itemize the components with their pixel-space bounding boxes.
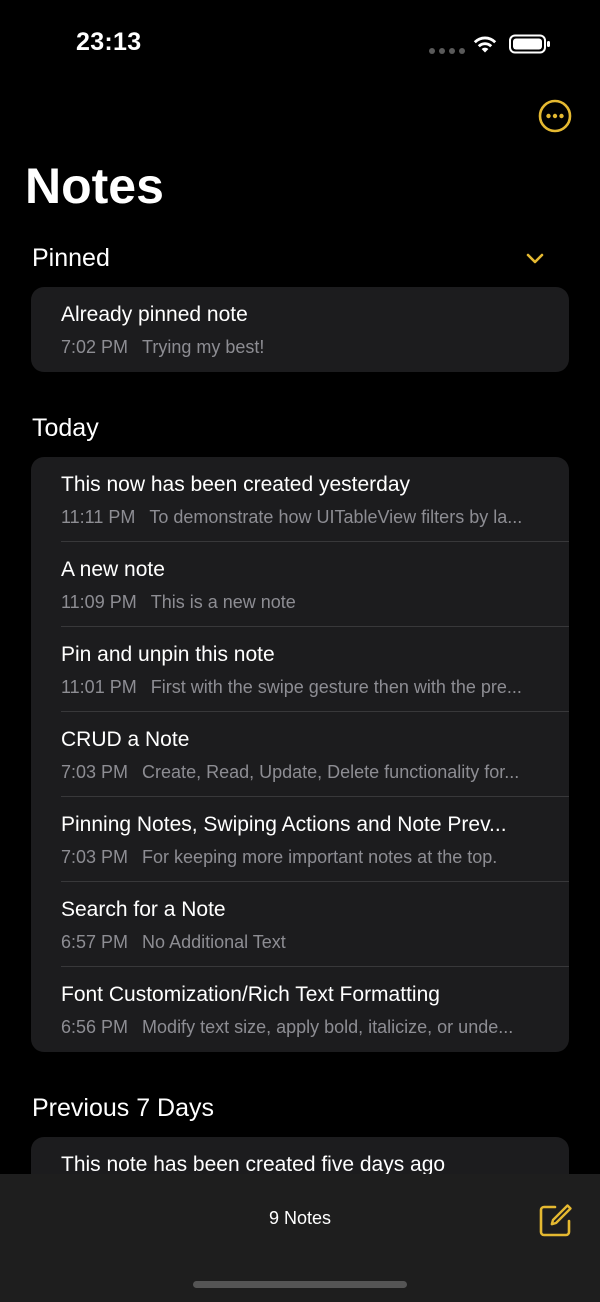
note-preview: First with the swipe gesture then with t… — [150, 677, 522, 697]
note-title: This now has been created yesterday — [61, 473, 411, 496]
section-header-previous-7-days: Previous 7 Days — [32, 1094, 215, 1122]
note-row[interactable]: Font Customization/Rich Text Formatting … — [31, 967, 569, 1052]
note-time: 6:57 PM — [61, 932, 129, 952]
note-row[interactable]: A new note 11:09 PM This is a new note — [31, 542, 569, 627]
note-time: 6:56 PM — [61, 1017, 129, 1037]
note-time: 11:01 PM — [61, 677, 137, 697]
note-time: 7:02 PM — [61, 337, 129, 357]
note-preview: Create, Read, Update, Delete functionali… — [142, 762, 520, 782]
note-title: Pin and unpin this note — [61, 643, 275, 666]
note-title: A new note — [61, 558, 165, 581]
note-title: Search for a Note — [61, 898, 226, 921]
note-row[interactable]: This now has been created yesterday 11:1… — [31, 457, 569, 542]
note-title: Already pinned note — [61, 303, 248, 326]
note-row[interactable]: Pinning Notes, Swiping Actions and Note … — [31, 797, 569, 882]
note-time: 11:09 PM — [61, 592, 137, 612]
cellular-signal-icon — [429, 48, 465, 54]
notes-count: 9 Notes — [268, 1208, 332, 1228]
note-preview: Modify text size, apply bold, italicize,… — [142, 1017, 514, 1037]
battery-icon — [509, 34, 550, 54]
note-meta: 11:11 PM To demonstrate how UITableView f… — [61, 505, 551, 529]
note-meta: 6:56 PM Modify text size, apply bold, ita… — [61, 1015, 551, 1039]
note-title: Pinning Notes, Swiping Actions and Note … — [61, 813, 507, 836]
note-meta: 7:03 PM For keeping more important notes … — [61, 845, 551, 869]
note-meta: 6:57 PM No Additional Text — [61, 930, 551, 954]
status-bar: 23:13 — [0, 0, 600, 90]
note-meta: 11:01 PM First with the swipe gesture the… — [61, 675, 551, 699]
note-time: 7:03 PM — [61, 847, 129, 867]
pinned-notes-list: Already pinned note 7:02 PM Trying my bes… — [31, 287, 569, 372]
note-preview: Trying my best! — [142, 337, 265, 357]
note-preview: For keeping more important notes at the … — [142, 847, 498, 867]
note-title: CRUD a Note — [61, 728, 190, 751]
section-header-pinned[interactable]: Pinned — [32, 243, 110, 273]
bottom-toolbar: 9 Notes — [0, 1174, 600, 1302]
page-title: Notes — [25, 158, 164, 214]
note-meta: 11:09 PM This is a new note — [61, 590, 551, 614]
home-indicator — [193, 1281, 407, 1288]
today-notes-list: This now has been created yesterday 11:1… — [31, 457, 569, 1052]
wifi-icon — [473, 36, 497, 53]
compose-icon[interactable] — [538, 1202, 574, 1238]
note-row[interactable]: Already pinned note 7:02 PM Trying my bes… — [31, 287, 569, 372]
more-options-button[interactable] — [538, 99, 572, 133]
section-header-today: Today — [32, 414, 99, 442]
note-meta: 7:02 PM Trying my best! — [61, 335, 551, 359]
note-preview: To demonstrate how UITableView filters b… — [149, 507, 523, 527]
status-time: 23:13 — [76, 28, 142, 56]
note-row[interactable]: Pin and unpin this note 11:01 PM First wi… — [31, 627, 569, 712]
note-preview: No Additional Text — [142, 932, 286, 952]
note-preview: This is a new note — [150, 592, 296, 612]
note-title: Font Customization/Rich Text Formatting — [61, 983, 440, 1006]
note-time: 11:11 PM — [61, 507, 136, 527]
note-row[interactable]: CRUD a Note 7:03 PM Create, Read, Update,… — [31, 712, 569, 797]
chevron-down-icon[interactable] — [525, 250, 545, 266]
note-row[interactable]: Search for a Note 6:57 PM No Additional T… — [31, 882, 569, 967]
note-time: 7:03 PM — [61, 762, 129, 782]
note-meta: 7:03 PM Create, Read, Update, Delete func… — [61, 760, 551, 784]
